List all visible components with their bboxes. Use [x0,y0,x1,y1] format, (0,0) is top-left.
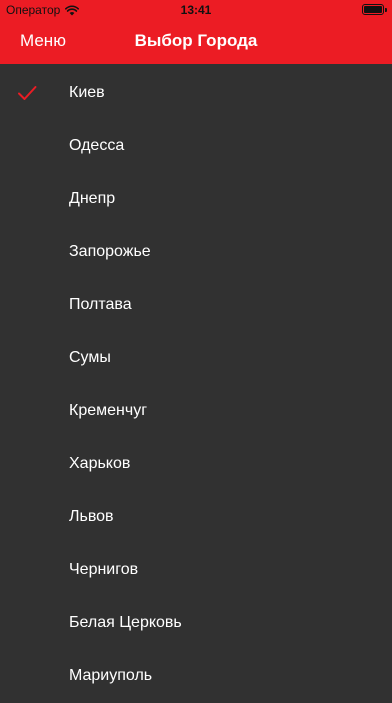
city-label: Мариуполь [69,667,153,684]
city-row-mariupol[interactable]: Мариуполь [0,650,392,703]
city-label: Киев [69,84,105,101]
city-row-kiev[interactable]: Киев [0,67,392,120]
city-list: Киев Одесса Днепр Запорожье Полтава Сумы… [0,67,392,703]
city-label: Львов [69,508,114,525]
city-label: Белая Церковь [69,614,182,631]
city-row-lvov[interactable]: Львов [0,491,392,544]
page-title: Выбор Города [134,31,258,50]
city-row-odessa[interactable]: Одесса [0,120,392,173]
city-label: Днепр [69,190,116,207]
city-row-poltava[interactable]: Полтава [0,279,392,332]
city-row-sumy[interactable]: Сумы [0,332,392,385]
city-row-chernigov[interactable]: Чернигов [0,544,392,597]
city-label: Одесса [69,137,125,154]
header: Оператор 13:41 Меню Выбор Города [0,0,392,64]
city-row-dnepr[interactable]: Днепр [0,173,392,226]
city-label: Кременчуг [69,402,148,419]
city-row-belaya-tserkov[interactable]: Белая Церковь [0,597,392,650]
city-row-kremenchug[interactable]: Кременчуг [0,385,392,438]
city-label: Полтава [69,296,132,313]
city-row-zaporozhye[interactable]: Запорожье [0,226,392,279]
city-label: Запорожье [69,243,151,260]
status-time: 13:41 [180,3,212,17]
battery-icon [362,4,387,15]
status-bar: Оператор 13:41 [0,0,392,20]
checkmark-icon [18,86,37,100]
nav-bar: Меню Выбор Города [0,20,392,64]
city-label: Харьков [69,455,131,472]
city-row-kharkov[interactable]: Харьков [0,438,392,491]
city-label: Чернигов [69,561,139,578]
city-label: Сумы [69,349,111,366]
